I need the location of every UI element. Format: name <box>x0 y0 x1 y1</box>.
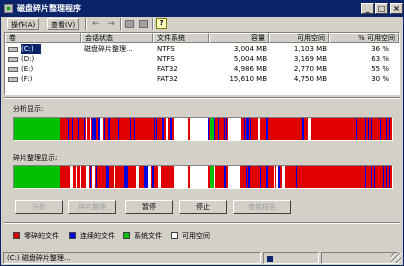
volume-table: 卷 会话状态 文件系统 容量 可用空间 % 可用空间 (C:) 磁盘碎片整理..… <box>4 32 400 95</box>
column-status[interactable]: 会话状态 <box>81 33 153 43</box>
percent-free-cell: 63 % <box>371 55 389 63</box>
volume-cell: (C:) <box>21 44 41 54</box>
status-text: (C:) 磁盘碎片整理... <box>3 252 261 264</box>
analysis-display-label: 分析显示: <box>13 105 44 113</box>
free-space-cell: 2,770 MB <box>293 65 327 73</box>
toolbar-separator <box>152 18 154 30</box>
capacity-cell: 4,986 MB <box>233 65 267 73</box>
status-cell: 磁盘碎片整理... <box>84 45 133 53</box>
status-pane-empty <box>321 252 399 264</box>
volume-cell: (F:) <box>21 75 33 83</box>
contiguous-swatch <box>69 232 76 239</box>
column-filesystem[interactable]: 文件系统 <box>153 33 209 43</box>
status-progress <box>263 252 319 264</box>
defrag-window: 磁盘碎片整理程序 _ □ × 操作(A) 查看(V) ← → ? 卷 会话状态 … <box>0 0 404 266</box>
free-space-cell: 3,169 MB <box>293 55 327 63</box>
analyze-button[interactable]: 分析 <box>15 200 63 214</box>
legend-label: 连续的文件 <box>80 232 115 240</box>
drive-icon <box>8 47 18 52</box>
capacity-cell: 3,004 MB <box>233 45 267 53</box>
defragment-button[interactable]: 碎片整理 <box>68 200 116 214</box>
view-report-button[interactable]: 查看报告 <box>233 200 291 214</box>
defrag-display-label: 碎片整理显示: <box>13 154 58 162</box>
status-bar: (C:) 磁盘碎片整理... <box>1 250 403 265</box>
column-capacity[interactable]: 容量 <box>209 33 269 43</box>
minimize-button[interactable]: _ <box>361 3 374 14</box>
column-percent-free[interactable]: % 可用空间 <box>329 33 399 43</box>
filesystem-cell: FAT32 <box>157 65 178 73</box>
filesystem-cell: FAT32 <box>157 75 178 83</box>
toolbar-separator <box>120 18 122 30</box>
filesystem-cell: NTFS <box>157 55 175 63</box>
app-icon <box>4 4 13 13</box>
table-row[interactable]: (F:) FAT32 15,610 MB 4,750 MB 30 % <box>5 74 399 84</box>
table-header: 卷 会话状态 文件系统 容量 可用空间 % 可用空间 <box>5 33 399 43</box>
divider <box>4 222 400 224</box>
percent-free-cell: 55 % <box>371 65 389 73</box>
window-title: 磁盘碎片整理程序 <box>17 4 81 13</box>
toolbar-separator <box>85 18 87 30</box>
filesystem-cell: NTFS <box>157 45 175 53</box>
column-volume[interactable]: 卷 <box>5 33 81 43</box>
column-free-space[interactable]: 可用空间 <box>269 33 329 43</box>
system-swatch <box>123 232 130 239</box>
help-icon[interactable]: ? <box>156 18 167 29</box>
percent-free-cell: 36 % <box>371 45 389 53</box>
stop-button[interactable]: 停止 <box>179 200 227 214</box>
cluster-map <box>14 118 392 140</box>
pause-button[interactable]: 暂停 <box>125 200 173 214</box>
menu-bar: 操作(A) 查看(V) <box>1 17 403 31</box>
progress-segment <box>267 256 273 262</box>
status-cell <box>84 54 154 64</box>
drive-icon <box>8 67 18 72</box>
legend-label: 零碎的文件 <box>24 232 59 240</box>
maximize-button[interactable]: □ <box>375 3 388 14</box>
fragmented-swatch <box>13 232 20 239</box>
cluster-map <box>14 166 392 188</box>
close-button[interactable]: × <box>390 3 403 14</box>
show-hide-tree-icon[interactable] <box>139 20 148 28</box>
free-space-cell: 4,750 MB <box>293 75 327 83</box>
divider <box>4 97 400 99</box>
title-bar[interactable]: 磁盘碎片整理程序 _ □ × <box>1 1 403 17</box>
free-swatch <box>171 232 178 239</box>
analysis-display-bar <box>13 117 393 141</box>
table-row[interactable]: (D:) NTFS 5,004 MB 3,169 MB 63 % <box>5 54 399 64</box>
legend-label: 可用空间 <box>182 232 210 240</box>
percent-free-cell: 30 % <box>371 75 389 83</box>
status-cell <box>84 74 154 84</box>
capacity-cell: 5,004 MB <box>233 55 267 63</box>
table-row[interactable]: (E:) FAT32 4,986 MB 2,770 MB 55 % <box>5 64 399 74</box>
drive-icon <box>8 57 18 62</box>
volume-cell: (D:) <box>21 55 35 63</box>
menu-action[interactable]: 操作(A) <box>7 18 40 30</box>
capacity-cell: 15,610 MB <box>229 75 267 83</box>
free-space-cell: 1,103 MB <box>293 45 327 53</box>
forward-arrow-icon[interactable]: → <box>105 18 117 30</box>
status-cell <box>84 64 154 74</box>
back-arrow-icon[interactable]: ← <box>90 18 102 30</box>
table-row[interactable]: (C:) 磁盘碎片整理... NTFS 3,004 MB 1,103 MB 36… <box>5 44 399 54</box>
volume-cell: (E:) <box>21 65 34 73</box>
defrag-display-bar <box>13 165 393 189</box>
resize-grip-icon[interactable] <box>391 253 401 263</box>
legend-label: 系统文件 <box>134 232 162 240</box>
drive-icon <box>8 77 18 82</box>
up-folder-icon[interactable] <box>125 20 134 28</box>
menu-view[interactable]: 查看(V) <box>47 18 80 30</box>
